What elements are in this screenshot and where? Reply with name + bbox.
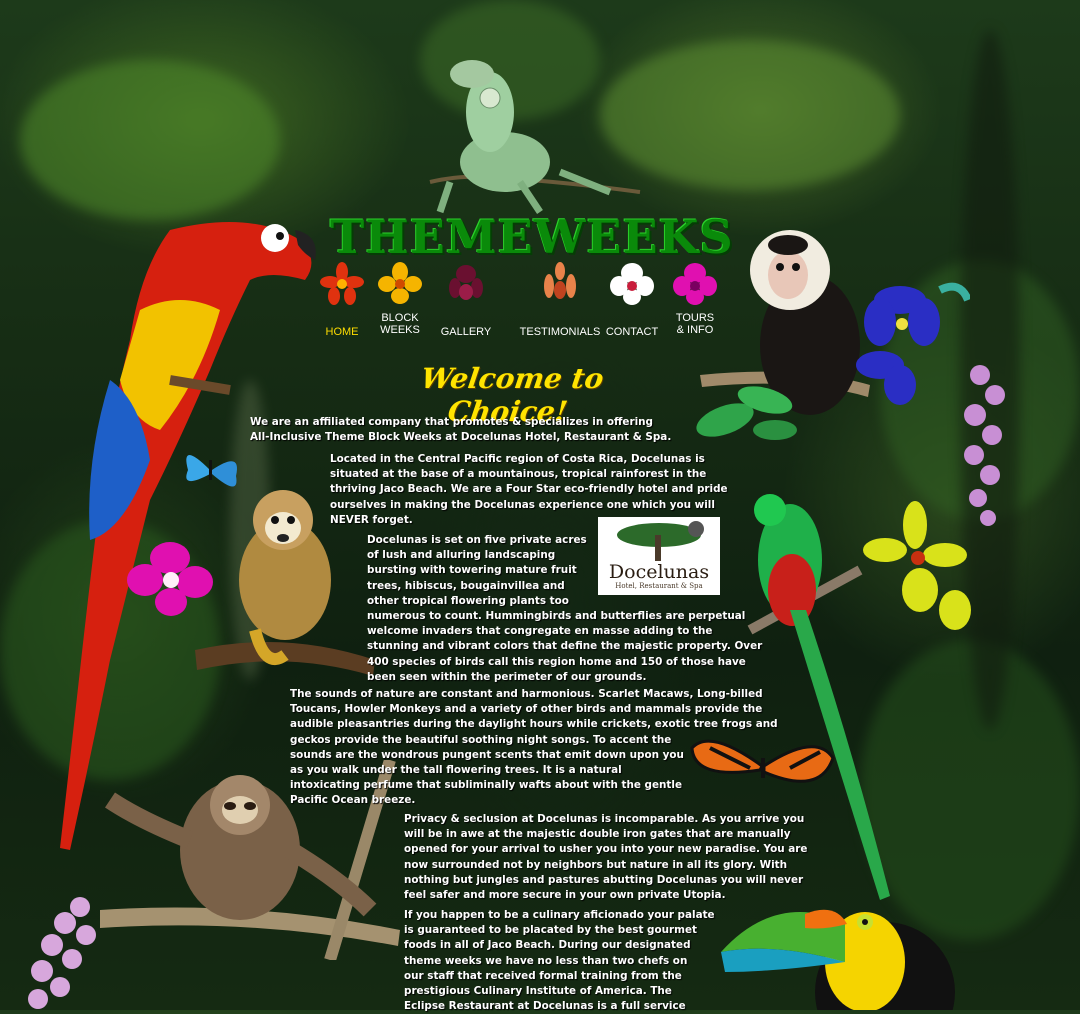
logo-subtitle: Hotel, Restaurant & Spa <box>615 582 703 590</box>
nav-label-block-weeks: BLOCK WEEKS <box>380 312 420 336</box>
orange-orchid-icon <box>544 262 576 299</box>
yellow-orchid-icon <box>378 262 422 304</box>
paragraph-sounds: The sounds of nature are constant and ha… <box>290 688 778 807</box>
docelunas-logo: Docelunas Hotel, Restaurant & Spa <box>598 517 720 595</box>
main-nav: HOME BLOCK WEEKS GALLERY TESTIMONIALS CO… <box>320 262 730 352</box>
intro-text: We are an affiliated company that promot… <box>250 416 672 444</box>
nav-item-block-weeks[interactable]: BLOCK WEEKS <box>362 262 438 336</box>
nav-item-gallery[interactable]: GALLERY <box>428 262 504 338</box>
logo-wordmark: Docelunas <box>608 561 710 583</box>
white-orchid-icon <box>610 263 654 305</box>
green-leaves-image <box>696 386 797 440</box>
paragraph-grounds: Docelunas is set on five private acres o… <box>367 534 587 607</box>
iguana-image <box>429 60 641 214</box>
paragraph-privacy: Privacy & seclusion at Docelunas is inco… <box>404 813 808 902</box>
nav-label-gallery: GALLERY <box>440 326 492 338</box>
paragraph-grounds-cont: numerous to count. Hummingbirds and butt… <box>367 610 763 683</box>
site-title: THEMEWEEKS <box>330 210 734 264</box>
tree-logo-icon <box>617 521 704 561</box>
purple-orchid-icon <box>449 265 483 300</box>
paragraph-culinary: If you happen to be a culinary aficionad… <box>404 909 715 1013</box>
lilac-orchids-image <box>28 897 96 1009</box>
